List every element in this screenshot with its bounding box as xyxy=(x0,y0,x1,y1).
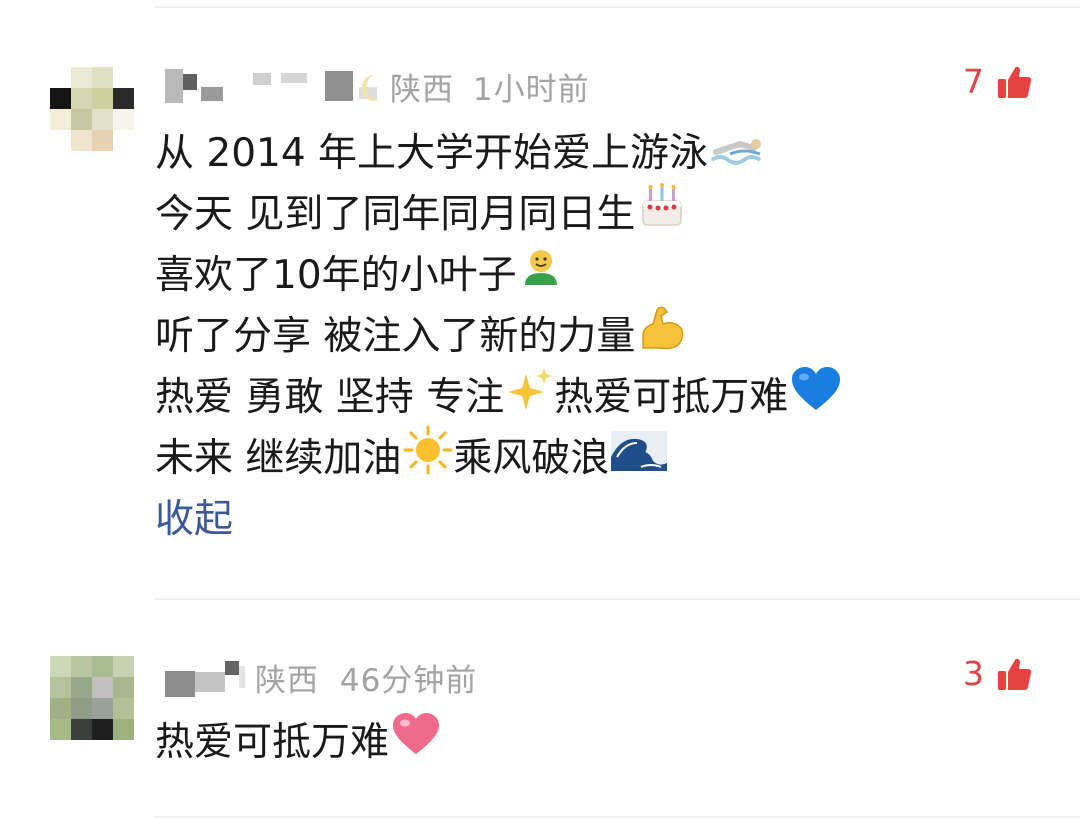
comment-line: 从 2014 年上大学开始爱上游泳 xyxy=(155,123,842,184)
comment-line: 热爱 勇敢 坚持 专注 热爱可抵万难 xyxy=(155,366,842,430)
line-text: 未来 继续加油 xyxy=(155,436,402,481)
like-count: 3 xyxy=(963,654,984,693)
cake-icon xyxy=(637,182,687,247)
line-text: 乘风破浪 xyxy=(453,436,610,481)
line-text: 热爱可抵万难 xyxy=(554,375,789,420)
line-text: 听了分享 被注入了新的力量 xyxy=(155,314,636,359)
comment-line: 今天 见到了同年同月同日生 xyxy=(155,182,842,247)
comment-line: 听了分享 被注入了新的力量 xyxy=(155,306,842,367)
swimmer-icon xyxy=(710,123,766,184)
flexed-biceps-icon xyxy=(637,304,687,370)
like-count: 7 xyxy=(963,62,984,101)
line-text: 喜欢了10年的小叶子 xyxy=(155,253,517,298)
line-text: 从 2014 年上大学开始爱上游泳 xyxy=(155,131,709,176)
thumbs-up-icon xyxy=(996,64,1032,100)
pink-heart-icon xyxy=(391,712,441,774)
comment-line: 收起 xyxy=(155,489,842,550)
comment-line: 热爱可抵万难 xyxy=(155,712,441,773)
comment-line: 未来 继续加油 乘风破浪 xyxy=(155,425,842,491)
timestamp: 46分钟前 xyxy=(339,663,478,699)
username-blurred[interactable] xyxy=(165,655,245,699)
smiley-person-icon xyxy=(519,245,563,307)
comment-divider xyxy=(155,598,1080,600)
line-text: 热爱 勇敢 坚持 专注 xyxy=(155,375,505,420)
like-button[interactable]: 3 xyxy=(963,654,1032,693)
location: 陕西 xyxy=(390,72,454,108)
sun-icon xyxy=(403,425,453,493)
collapse-link[interactable]: 收起 xyxy=(155,489,233,550)
blue-heart-icon xyxy=(790,366,842,430)
top-divider xyxy=(155,6,1080,8)
username-blurred[interactable] xyxy=(165,66,377,106)
comment-meta: 陕西 46分钟前 xyxy=(255,655,477,700)
comment-body: 热爱可抵万难 xyxy=(155,712,441,773)
line-text: 今天 见到了同年同月同日生 xyxy=(155,192,636,237)
bottom-divider xyxy=(155,816,1080,818)
comment-body: 从 2014 年上大学开始爱上游泳 今天 见到了同年同月同日生 喜欢了10年的小… xyxy=(155,123,842,550)
avatar[interactable] xyxy=(50,67,134,151)
comment-meta: 陕西 1小时前 xyxy=(360,64,590,111)
timestamp: 1小时前 xyxy=(472,72,590,108)
location: 陕西 xyxy=(255,663,319,699)
like-button[interactable]: 7 xyxy=(963,62,1032,101)
comment-line: 喜欢了10年的小叶子 xyxy=(155,245,842,306)
sparkles-icon xyxy=(506,366,554,430)
wave-icon xyxy=(611,427,668,491)
line-text: 热爱可抵万难 xyxy=(155,720,390,765)
avatar[interactable] xyxy=(50,656,134,740)
moon-icon xyxy=(360,73,382,111)
thumbs-up-icon xyxy=(996,656,1032,692)
